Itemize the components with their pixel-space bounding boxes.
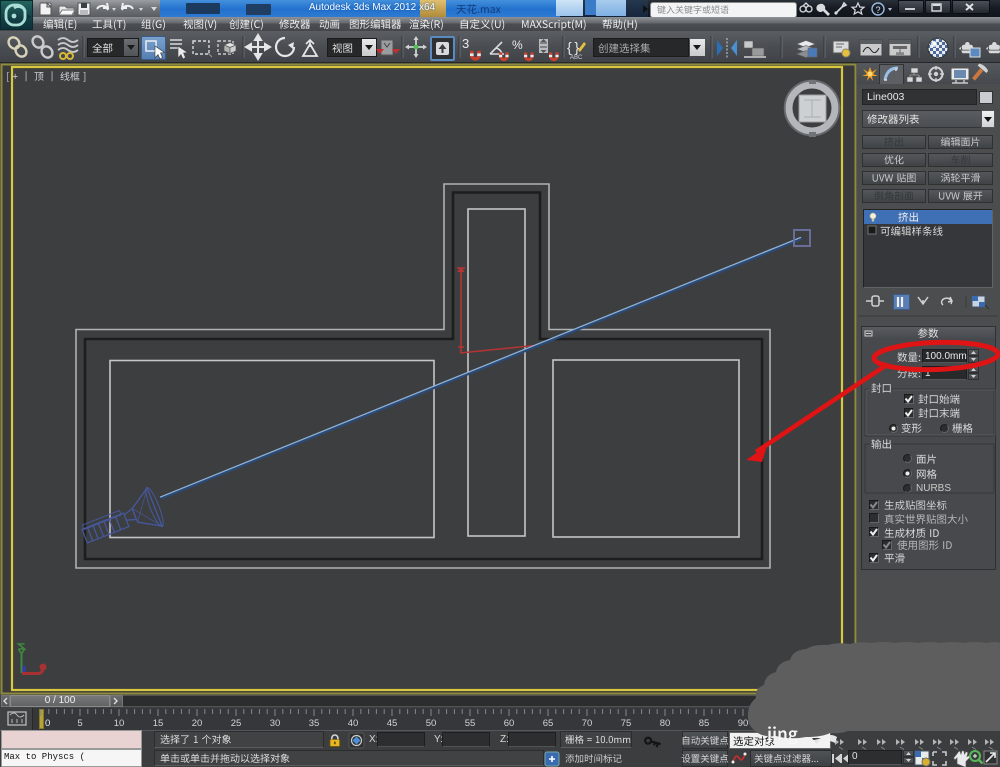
svg-text:3: 3 <box>462 36 469 51</box>
svg-text:?: ? <box>875 5 880 15</box>
svg-text:ABC: ABC <box>570 55 583 61</box>
svg-text:{ }: { } <box>567 39 579 55</box>
svg-text:%: % <box>512 38 523 52</box>
